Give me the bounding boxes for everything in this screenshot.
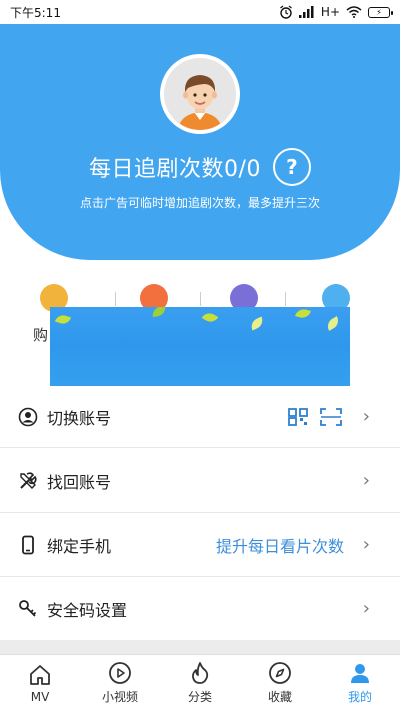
qr-code-icon[interactable]	[288, 407, 308, 426]
leaf-decoration	[324, 316, 342, 331]
avatar[interactable]	[160, 54, 240, 134]
menu-item-bind-phone[interactable]: 绑定手机 提升每日看片次数 ›	[0, 513, 400, 577]
bind-phone-hint: 提升每日看片次数	[215, 536, 344, 556]
tools-icon	[18, 471, 38, 491]
chevron-right-icon: ›	[362, 598, 370, 619]
menu-label: 找回账号	[47, 472, 112, 492]
help-button[interactable]: ?	[272, 148, 311, 186]
battery-icon: ⚡	[368, 6, 393, 18]
section-divider	[0, 640, 400, 654]
status-time: 下午5:11	[10, 5, 61, 20]
nav-label: 收藏	[267, 690, 292, 704]
home-icon	[30, 664, 50, 685]
boy-avatar-icon	[164, 58, 236, 130]
menu-item-security-code[interactable]: 安全码设置 ›	[0, 577, 400, 640]
network-type: H+	[320, 5, 340, 19]
menu-item-recover-account[interactable]: 找回账号 ›	[0, 449, 400, 513]
separator	[115, 292, 116, 306]
leaf-decoration	[248, 316, 266, 331]
leaf-decoration	[201, 310, 219, 325]
profile-header: 每日追剧次数0/0 ? 点击广告可临时增加追剧次数，最多提升三次	[0, 24, 400, 260]
nav-label: 分类	[187, 690, 212, 704]
separator	[285, 292, 286, 306]
status-bar: 下午5:11 H+ ⚡	[0, 0, 400, 24]
phone-icon	[18, 535, 38, 555]
status-icons: H+ ⚡	[279, 5, 393, 19]
chevron-right-icon: ›	[362, 534, 370, 555]
quick-action-label: 购	[33, 326, 49, 344]
bottom-nav: MV 小视频 分类 收藏 我的	[0, 654, 400, 711]
nav-label: MV	[30, 689, 50, 704]
key-icon	[18, 599, 38, 619]
nav-category[interactable]: 分类	[160, 655, 240, 711]
menu-label: 安全码设置	[47, 600, 128, 620]
menu-item-switch-account[interactable]: 切换账号 ›	[0, 386, 400, 448]
daily-count-text: 每日追剧次数0/0	[89, 157, 261, 182]
nav-label: 小视频	[101, 690, 138, 704]
chevron-right-icon: ›	[362, 406, 370, 427]
separator	[200, 292, 201, 306]
nav-favorites[interactable]: 收藏	[240, 655, 320, 711]
nav-label: 我的	[347, 690, 372, 704]
nav-mv[interactable]: MV	[0, 655, 80, 711]
leaf-decoration	[151, 307, 167, 318]
chevron-right-icon: ›	[362, 470, 370, 491]
leaf-decoration	[54, 312, 72, 327]
alarm-icon	[280, 5, 292, 19]
leaf-decoration	[295, 307, 311, 320]
menu-label: 绑定手机	[47, 536, 112, 556]
nav-short-video[interactable]: 小视频	[80, 655, 160, 711]
daily-count-row: 每日追剧次数0/0 ?	[0, 148, 400, 186]
header-subtitle: 点击广告可临时增加追剧次数，最多提升三次	[79, 196, 320, 210]
flame-icon	[192, 662, 209, 684]
compass-icon	[269, 662, 291, 684]
nav-mine[interactable]: 我的	[320, 655, 400, 711]
play-circle-icon	[109, 662, 131, 684]
person-icon	[351, 664, 369, 683]
user-circle-icon	[18, 407, 38, 427]
menu-label: 切换账号	[47, 408, 112, 428]
question-icon: ?	[286, 155, 298, 179]
scan-icon[interactable]	[320, 407, 342, 426]
signal-icon	[298, 6, 314, 18]
wifi-icon	[346, 6, 362, 18]
